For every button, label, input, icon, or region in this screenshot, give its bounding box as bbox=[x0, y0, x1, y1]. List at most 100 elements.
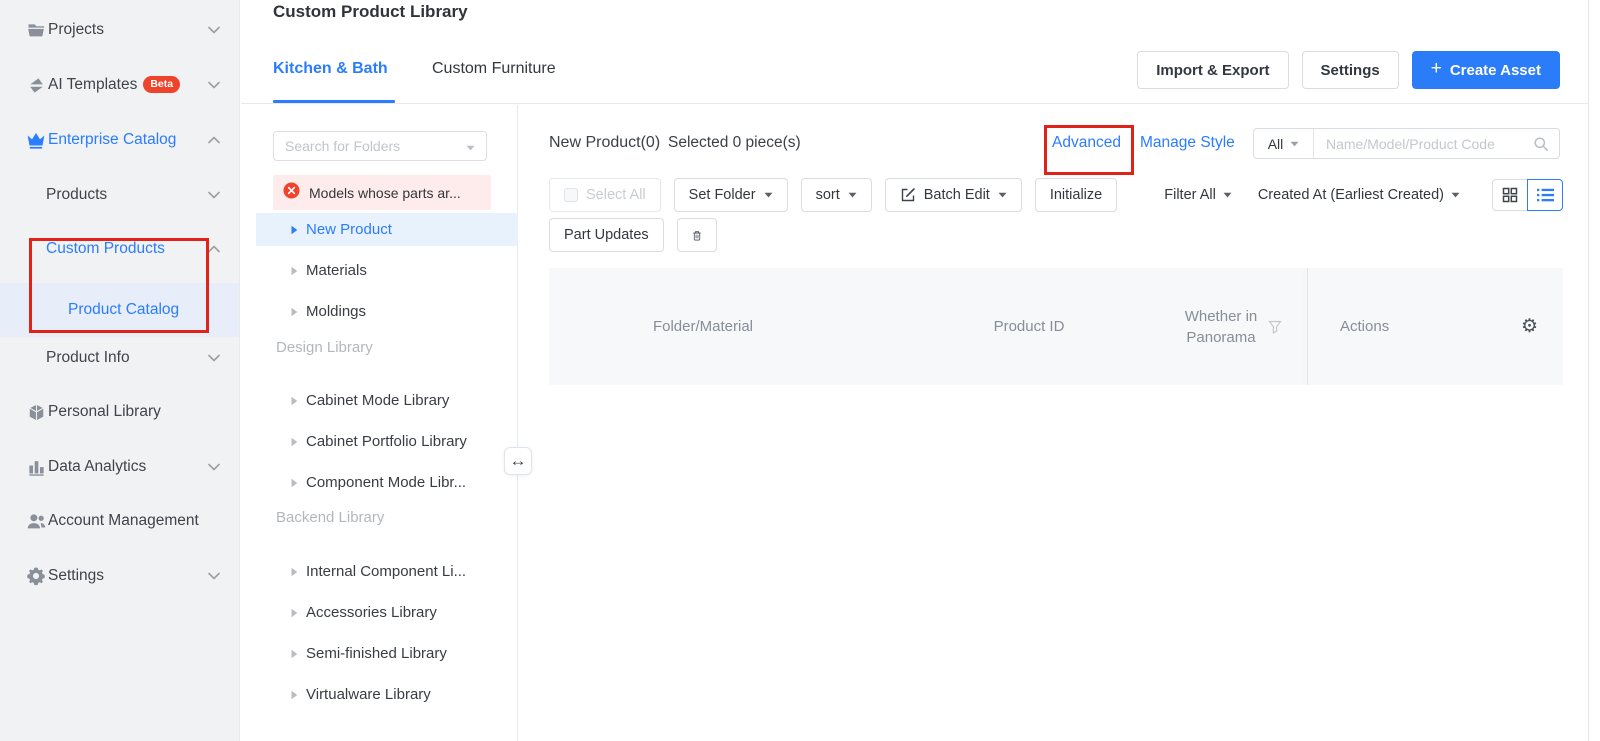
tree-item-cabinet-mode-library[interactable]: Cabinet Mode Library bbox=[241, 384, 518, 417]
tree-item-materials[interactable]: Materials bbox=[241, 254, 518, 287]
list-view-button[interactable] bbox=[1527, 179, 1563, 211]
product-search-control: All bbox=[1253, 128, 1560, 159]
folder-search-select[interactable]: Search for Folders bbox=[273, 131, 487, 161]
tree-item-label: Cabinet Mode Library bbox=[306, 392, 449, 409]
caret-right-icon bbox=[291, 437, 298, 447]
filter-funnel-icon[interactable] bbox=[1268, 320, 1282, 338]
column-whether-in-panorama: Whether in Panorama bbox=[1171, 268, 1271, 385]
sidebar-item-data-analytics[interactable]: Data Analytics bbox=[0, 440, 240, 494]
crown-icon bbox=[25, 131, 47, 150]
advanced-link[interactable]: Advanced bbox=[1052, 134, 1121, 152]
column-actions: Actions bbox=[1340, 268, 1420, 385]
select-all-button[interactable]: Select All bbox=[549, 178, 661, 212]
sidebar-item-label: Personal Library bbox=[48, 403, 161, 421]
set-folder-button[interactable]: Set Folder bbox=[674, 178, 788, 212]
table-header: Folder/Material Product ID Whether in Pa… bbox=[549, 268, 1563, 385]
filter-all-dropdown[interactable]: Filter All bbox=[1164, 187, 1232, 203]
tree-item-component-mode-library[interactable]: Component Mode Libr... bbox=[241, 466, 518, 499]
settings-button[interactable]: Settings bbox=[1302, 51, 1399, 89]
view-toggle bbox=[1492, 179, 1563, 211]
tree-item-label: Semi-finished Library bbox=[306, 645, 447, 662]
search-scope-select[interactable]: All bbox=[1254, 129, 1314, 158]
product-search-input[interactable] bbox=[1314, 136, 1533, 152]
caret-right-icon bbox=[291, 396, 298, 406]
sidebar-item-projects[interactable]: Projects bbox=[0, 3, 240, 57]
folder-search-placeholder: Search for Folders bbox=[285, 138, 400, 154]
caret-right-icon bbox=[291, 225, 298, 235]
search-icon[interactable] bbox=[1533, 136, 1549, 152]
plus-icon: + bbox=[1431, 58, 1442, 80]
tab-custom-furniture[interactable]: Custom Furniture bbox=[432, 60, 556, 78]
caret-right-icon bbox=[291, 266, 298, 276]
sidebar-item-settings[interactable]: Settings bbox=[0, 549, 240, 603]
tab-kitchen-and-bath[interactable]: Kitchen & Bath bbox=[273, 60, 388, 78]
grid-icon bbox=[1502, 187, 1518, 203]
tree-item-virtualware-library[interactable]: Virtualware Library bbox=[241, 678, 518, 711]
tree-item-cabinet-portfolio-library[interactable]: Cabinet Portfolio Library bbox=[241, 425, 518, 458]
dropdown-arrow-icon bbox=[466, 138, 475, 154]
caret-right-icon bbox=[291, 307, 298, 317]
initialize-button[interactable]: Initialize bbox=[1035, 178, 1117, 212]
tree-item-accessories-library[interactable]: Accessories Library bbox=[241, 596, 518, 629]
chevron-up-icon bbox=[208, 240, 220, 258]
sidebar-item-custom-products[interactable]: Custom Products bbox=[0, 222, 240, 276]
import-export-button[interactable]: Import & Export bbox=[1137, 51, 1288, 89]
main-content: New Product(0) Selected 0 piece(s) Advan… bbox=[519, 105, 1588, 741]
sidebar-item-product-catalog[interactable]: Product Catalog bbox=[0, 283, 240, 337]
dropdown-arrow-icon bbox=[1290, 141, 1299, 147]
sidebar-item-products[interactable]: Products bbox=[0, 168, 240, 222]
tree-item-label: New Product bbox=[306, 221, 392, 238]
trash-icon bbox=[692, 227, 702, 244]
caret-right-icon bbox=[291, 690, 298, 700]
tree-item-moldings[interactable]: Moldings bbox=[241, 295, 518, 328]
sidebar-item-personal-library[interactable]: Personal Library bbox=[0, 385, 240, 439]
dropdown-arrow-icon bbox=[1451, 192, 1460, 198]
part-updates-button[interactable]: Part Updates bbox=[549, 218, 664, 252]
dropdown-arrow-icon bbox=[1223, 192, 1232, 198]
bar-chart-icon bbox=[25, 458, 47, 477]
page-scrollbar[interactable] bbox=[1588, 0, 1600, 741]
checkbox-icon bbox=[564, 188, 578, 202]
chevron-down-icon bbox=[208, 567, 220, 585]
sidebar-item-label: AI Templates bbox=[48, 76, 137, 93]
parts-alert-banner[interactable]: Models whose parts ar... bbox=[273, 175, 491, 210]
panel-resize-handle[interactable]: ↔ bbox=[504, 447, 532, 475]
page-header: Custom Product Library Kitchen & Bath Cu… bbox=[241, 0, 1588, 104]
create-asset-button[interactable]: +Create Asset bbox=[1412, 51, 1560, 89]
tree-item-internal-component-library[interactable]: Internal Component Li... bbox=[241, 555, 518, 588]
toolbar-row-2: Part Updates bbox=[549, 218, 717, 252]
grid-view-button[interactable] bbox=[1492, 179, 1528, 211]
tree-item-label: Materials bbox=[306, 262, 367, 279]
horizontal-arrows-icon: ↔ bbox=[510, 451, 527, 471]
list-icon bbox=[1537, 188, 1554, 202]
manage-style-link[interactable]: Manage Style bbox=[1140, 134, 1235, 152]
sidebar-item-ai-templates[interactable]: AI Templates Beta bbox=[0, 58, 240, 112]
caret-right-icon bbox=[291, 478, 298, 488]
tree-section-backend-library: Backend Library bbox=[276, 509, 384, 526]
column-settings-gear-icon[interactable]: ⚙ bbox=[1521, 268, 1538, 385]
gear-icon bbox=[25, 566, 47, 586]
chevron-down-icon bbox=[208, 458, 220, 476]
main-sidebar: Projects AI Templates Beta Enterprise Cat… bbox=[0, 0, 240, 741]
sidebar-item-label: Data Analytics bbox=[48, 458, 146, 476]
caret-right-icon bbox=[291, 608, 298, 618]
app-window: Projects AI Templates Beta Enterprise Cat… bbox=[0, 0, 1600, 741]
selected-count-label: Selected 0 piece(s) bbox=[668, 134, 801, 152]
sidebar-item-account-management[interactable]: Account Management bbox=[0, 494, 240, 548]
users-icon bbox=[25, 512, 47, 531]
beta-badge: Beta bbox=[143, 76, 180, 93]
header-actions: Import & Export Settings +Create Asset bbox=[1137, 51, 1560, 89]
order-by-dropdown[interactable]: Created At (Earliest Created) bbox=[1258, 187, 1460, 203]
list-controls: Filter All Created At (Earliest Created) bbox=[1164, 178, 1563, 212]
sidebar-item-enterprise-catalog[interactable]: Enterprise Catalog bbox=[0, 113, 240, 167]
active-tab-underline bbox=[273, 100, 395, 103]
column-folder-material: Folder/Material bbox=[613, 268, 793, 385]
cube-icon bbox=[25, 403, 47, 422]
tree-item-new-product[interactable]: New Product bbox=[256, 213, 518, 246]
tree-item-semi-finished-library[interactable]: Semi-finished Library bbox=[241, 637, 518, 670]
sidebar-item-product-info[interactable]: Product Info bbox=[0, 331, 240, 385]
delete-button[interactable] bbox=[677, 218, 717, 252]
sort-button[interactable]: sort bbox=[801, 178, 872, 212]
column-product-id: Product ID bbox=[939, 268, 1119, 385]
batch-edit-button[interactable]: Batch Edit bbox=[885, 178, 1022, 212]
